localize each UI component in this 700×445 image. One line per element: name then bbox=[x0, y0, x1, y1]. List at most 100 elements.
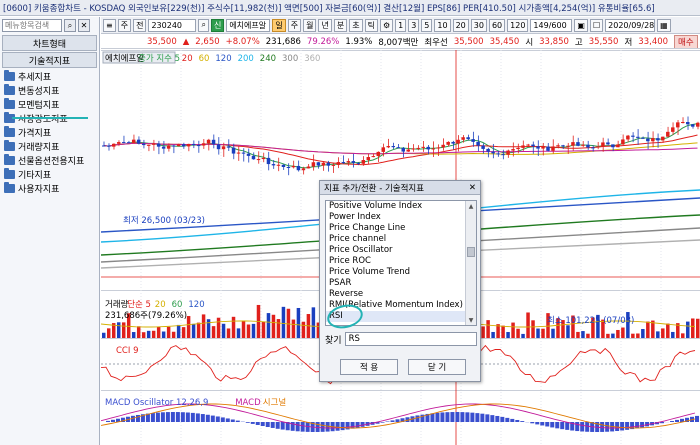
period-button-1[interactable]: 3 bbox=[408, 18, 420, 32]
low-price: 33,400 bbox=[638, 36, 669, 47]
settings-gear-icon[interactable]: ⚙ bbox=[379, 18, 394, 32]
tree-item-1[interactable]: 변동성지표 bbox=[0, 83, 99, 97]
list-item[interactable]: Power Index bbox=[326, 212, 476, 223]
tab-technical[interactable]: 기술적지표 bbox=[2, 52, 97, 68]
close-button[interactable]: 닫 기 bbox=[408, 359, 466, 375]
macd-bar bbox=[475, 413, 480, 422]
list-item[interactable]: Price Change Line bbox=[326, 223, 476, 234]
scroll-thumb[interactable] bbox=[467, 247, 475, 257]
apply-button[interactable]: 적 용 bbox=[340, 359, 398, 375]
menu-search-input[interactable] bbox=[2, 19, 62, 32]
candle-body bbox=[556, 145, 560, 147]
search-button[interactable]: ⌕ bbox=[64, 19, 76, 32]
period-button-3[interactable]: 10 bbox=[434, 18, 451, 32]
period-button-5[interactable]: 30 bbox=[470, 18, 487, 32]
macd-bar bbox=[495, 415, 500, 422]
candle-body bbox=[406, 149, 410, 152]
volume-bar bbox=[161, 331, 166, 338]
macd-bar bbox=[225, 418, 230, 422]
dialog-title: 지표 추가/전환 - 기술적지표 bbox=[324, 183, 425, 194]
candle-body bbox=[386, 146, 391, 148]
checkbox-icon[interactable]: ☐ bbox=[589, 18, 604, 32]
calendar-icon[interactable]: ▦ bbox=[657, 18, 671, 32]
panel-close-icon[interactable]: ✕ bbox=[78, 19, 90, 32]
mode-button-0[interactable]: 주 bbox=[287, 18, 302, 32]
list-item[interactable]: PSAR bbox=[326, 278, 476, 289]
list-item[interactable]: Price channel bbox=[326, 234, 476, 245]
macd-bar bbox=[325, 422, 330, 432]
volume-bar bbox=[281, 306, 286, 338]
mode-button-1[interactable]: 월 bbox=[303, 18, 317, 32]
legend-item: 360 bbox=[304, 54, 320, 64]
tree-item-label: 추세지표 bbox=[18, 72, 52, 83]
tree-item-8[interactable]: 사용자지표 bbox=[0, 181, 99, 195]
period-button-0[interactable]: 1 bbox=[395, 18, 407, 32]
tree-item-label: 가격지표 bbox=[18, 128, 52, 139]
tree-item-7[interactable]: 기타지표 bbox=[0, 167, 99, 181]
date-field[interactable]: 2020/09/28 bbox=[605, 18, 656, 32]
period-day-button[interactable]: 일 bbox=[272, 18, 286, 32]
volume-bar bbox=[211, 326, 216, 338]
candle-body bbox=[586, 144, 590, 148]
mode-button-5[interactable]: 틱 bbox=[364, 18, 378, 32]
macd-bar bbox=[575, 422, 580, 432]
toolbar-menu-icon[interactable]: ≡ bbox=[103, 18, 116, 32]
list-item[interactable]: Price Volume Trend bbox=[326, 267, 476, 278]
mode-button-2[interactable]: 년 bbox=[318, 18, 332, 32]
candle-body bbox=[146, 144, 151, 146]
buy-button[interactable]: 매수 bbox=[674, 35, 698, 48]
scroll-down-icon[interactable]: ▼ bbox=[466, 315, 476, 325]
folder-icon bbox=[4, 125, 15, 137]
period-button-7[interactable]: 120 bbox=[507, 18, 529, 32]
mode-buttons: 주월년분초틱 bbox=[287, 18, 378, 32]
macd-bar bbox=[535, 422, 540, 425]
list-item[interactable]: Positive Volume Index bbox=[326, 201, 476, 212]
save-icon[interactable]: ▣ bbox=[574, 18, 588, 32]
list-scrollbar[interactable]: ▲ ▼ bbox=[465, 201, 476, 325]
turnover: 1.93% bbox=[345, 36, 373, 47]
candle-body bbox=[686, 121, 690, 125]
period-button-6[interactable]: 60 bbox=[488, 18, 506, 32]
candle-body bbox=[451, 141, 455, 144]
candle-body bbox=[311, 162, 316, 167]
tree-item-6[interactable]: 선물옵션전용지표 bbox=[0, 153, 99, 167]
list-item[interactable]: Price Oscillator bbox=[326, 245, 476, 256]
candle-body bbox=[456, 139, 460, 144]
candle-body bbox=[551, 146, 555, 151]
volume-bar bbox=[536, 328, 540, 338]
candle-body bbox=[621, 139, 625, 145]
tree-item-0[interactable]: 추세지표 bbox=[0, 69, 99, 83]
dialog-close-icon[interactable]: ✕ bbox=[469, 183, 476, 193]
toolbar-all-button[interactable]: 전 bbox=[133, 18, 147, 32]
volume-bar bbox=[171, 331, 176, 338]
period-button-4[interactable]: 20 bbox=[452, 18, 469, 32]
tree-item-4[interactable]: 가격지표 bbox=[0, 125, 99, 139]
list-item[interactable]: Price ROC bbox=[326, 256, 476, 267]
mode-button-4[interactable]: 초 bbox=[349, 18, 363, 32]
tab-chart-type[interactable]: 차트형태 bbox=[2, 35, 97, 51]
macd-bar bbox=[260, 422, 265, 427]
macd-bar bbox=[185, 412, 190, 422]
stock-code-input[interactable]: 230240 bbox=[148, 18, 197, 32]
macd-bar bbox=[580, 422, 585, 432]
candle-body bbox=[156, 143, 161, 147]
toolbar-stock-type[interactable]: 주 bbox=[117, 18, 132, 32]
code-search-icon[interactable]: ⌕ bbox=[198, 18, 209, 32]
volume-bar bbox=[646, 321, 650, 338]
tree-item-5[interactable]: 거래량지표 bbox=[0, 139, 99, 153]
tree-item-2[interactable]: 모멘텀지표 bbox=[0, 97, 99, 111]
scroll-up-icon[interactable]: ▲ bbox=[466, 201, 476, 211]
candle-body bbox=[321, 162, 326, 166]
mode-button-3[interactable]: 분 bbox=[333, 18, 348, 32]
folder-icon bbox=[4, 139, 15, 151]
candle-body bbox=[531, 144, 535, 147]
candle-body bbox=[121, 142, 126, 144]
macd-bar bbox=[335, 422, 340, 431]
period-button-2[interactable]: 5 bbox=[421, 18, 433, 32]
macd-bar bbox=[445, 412, 450, 422]
list-item[interactable]: Reverse bbox=[326, 289, 476, 300]
candle-body bbox=[401, 147, 405, 152]
find-input[interactable] bbox=[344, 332, 477, 346]
candle-body bbox=[416, 147, 420, 149]
high-label: 고 bbox=[574, 37, 583, 48]
